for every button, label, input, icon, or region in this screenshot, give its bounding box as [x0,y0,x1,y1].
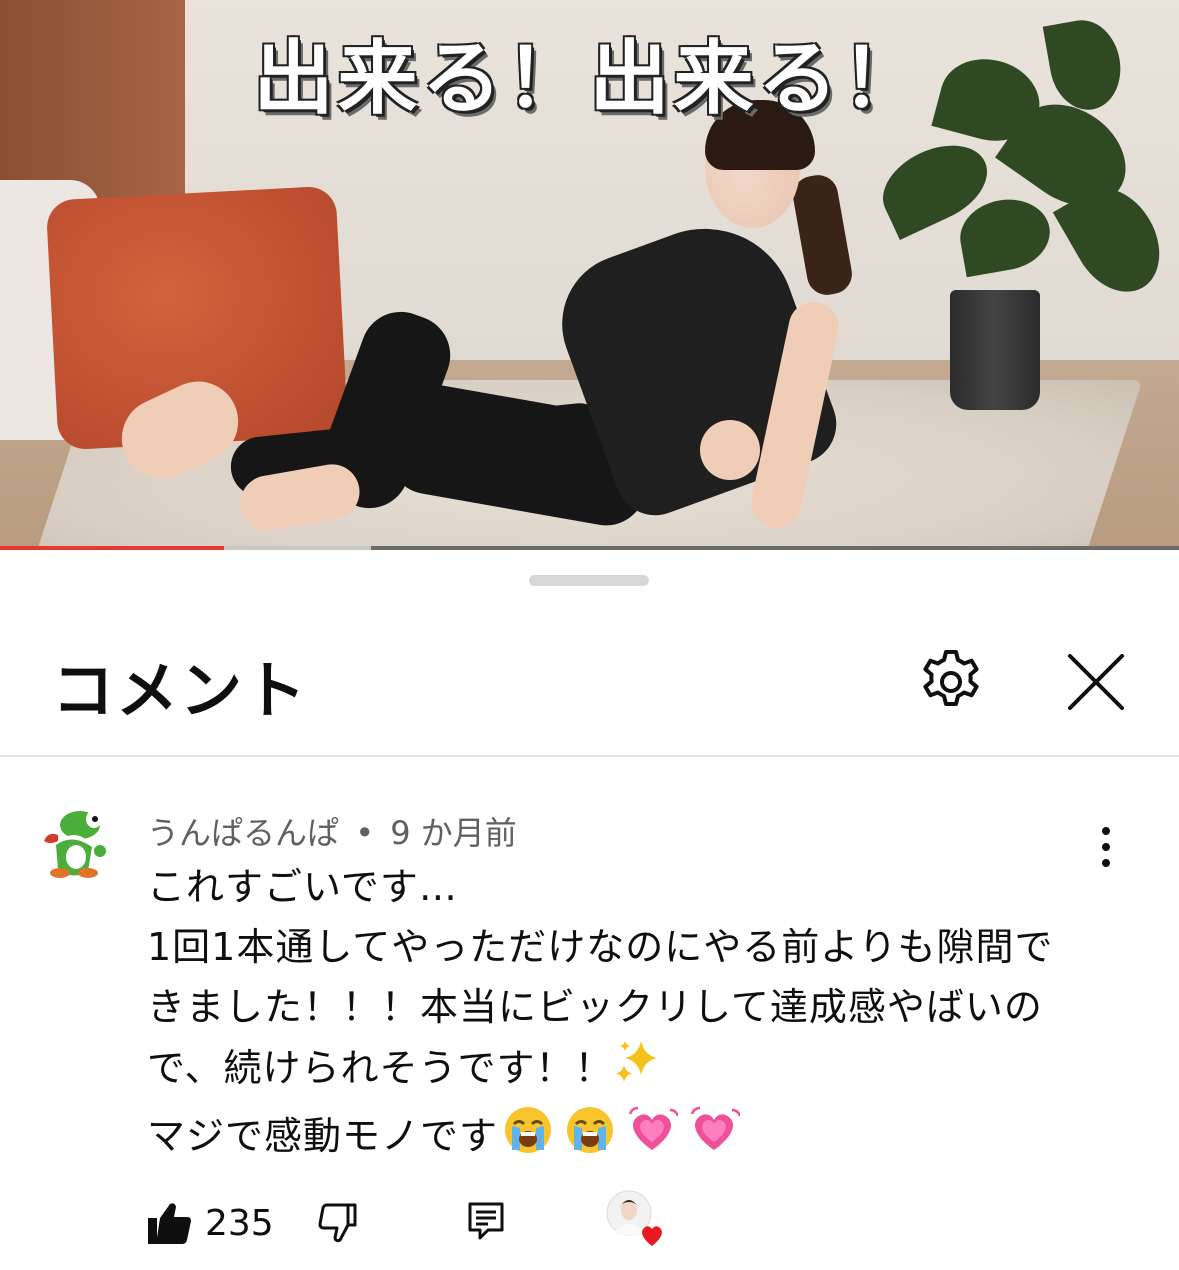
comment-line: で、続けられそうです！！ [147,1046,614,1090]
comments-sheet: コメント うんぱるんぱ • 9 か月前 これすごいです… 1回1本通してやっただ… [0,550,1179,1270]
like-button[interactable] [146,1200,192,1246]
meta-separator: • [355,814,375,852]
author-avatar[interactable] [38,805,114,881]
sheet-title: コメント [52,654,309,727]
growing-heart-emoji-icon [626,1104,680,1173]
close-button[interactable] [1062,648,1130,716]
drag-handle[interactable] [529,575,649,586]
creator-heart [606,1190,668,1248]
comment-line: マジで感動モノです [147,1114,499,1158]
comment-time: 9 か月前 [390,814,517,852]
comment-line-with-emoji: マジで感動モノです [147,1104,1107,1173]
comment-line: これすごいです… [147,865,458,909]
comment-actions: 235 [0,1190,1179,1260]
gear-icon [923,650,979,706]
dislike-button[interactable] [316,1202,358,1244]
comment-line-with-emoji: で、続けられそうです！！ [147,1037,1107,1104]
loudly-crying-face-emoji-icon [502,1104,554,1173]
ponytail [789,172,856,298]
thumbs-down-icon [318,1203,357,1243]
reply-icon [468,1202,504,1240]
close-icon [1068,654,1124,710]
comment-author[interactable]: うんぱるんぱ [147,814,339,852]
green-dinosaur-avatar-icon [44,810,106,878]
settings-button[interactable] [915,646,987,718]
divider [0,755,1179,757]
video-overlay-text: 出来る！出来る！ [253,32,926,125]
thumbs-up-icon [148,1203,191,1244]
creator-heart-icon [606,1190,662,1246]
plant-pot [950,290,1040,410]
comment-body: これすごいです… 1回1本通してやっただけなのにやる前よりも隙間で きました！！… [147,857,1107,1173]
person-arm [700,420,760,480]
sparkles-emoji-icon [613,1037,663,1104]
comment-meta: うんぱるんぱ • 9 か月前 [147,808,517,854]
plant-leaf [954,192,1056,278]
like-count: 235 [205,1203,274,1244]
growing-heart-emoji-icon [688,1104,742,1173]
loudly-crying-face-emoji-icon [564,1104,616,1173]
comment-line: きました！！！本当にビックリして達成感やばいの [147,985,1043,1029]
reply-button[interactable] [466,1200,506,1242]
comment-line: 1回1本通してやっただけなのにやる前よりも隙間で [147,925,1054,969]
video-player[interactable]: 出来る！出来る！ [0,0,1179,550]
